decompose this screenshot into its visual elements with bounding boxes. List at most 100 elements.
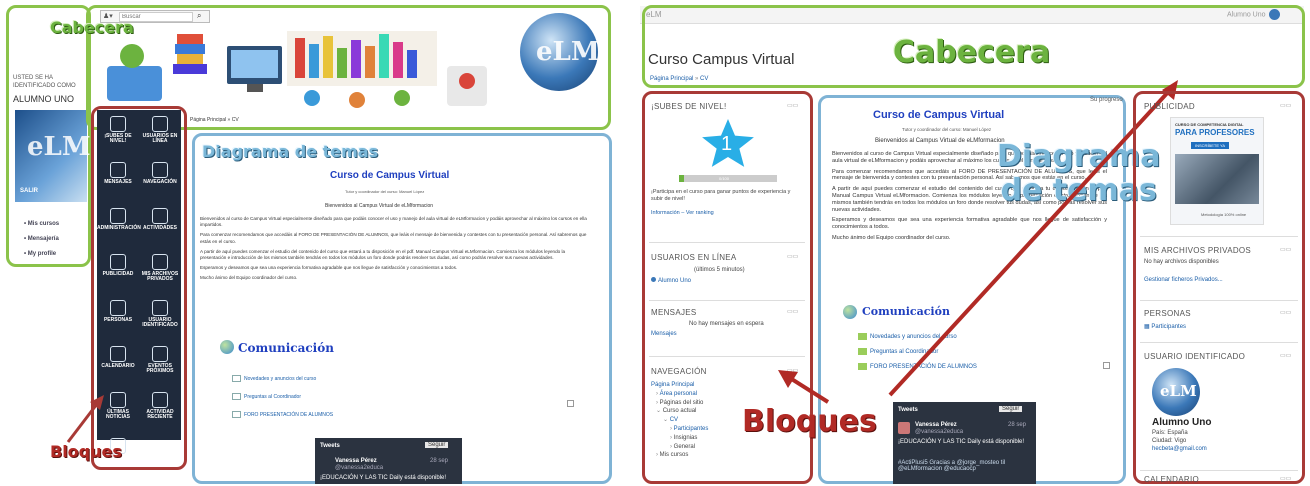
tile-icon [110,162,126,178]
left-checkbox[interactable] [567,400,574,407]
level-progress-text: 0/100 [719,176,730,181]
menu-item-mensajeria[interactable]: • Mensajería [24,232,59,247]
elm-logo-icon: eLM [27,132,91,162]
breadcrumb-current[interactable]: CV [232,117,239,123]
tile-block[interactable]: MIS ARCHIVOS PRIVADOS [139,250,181,300]
files-block-title: MIS ARCHIVOS PRIVADOS [1144,246,1252,255]
block-controls-icon[interactable]: ▭▭ [1280,352,1291,359]
banner-art-icon [107,31,487,108]
left-menu: • Mis cursos • Mensajería • My profile [24,217,59,262]
level-progress-fill [679,175,684,182]
nav-item-participants[interactable]: › Participantes [651,425,708,434]
left-bloques-arrow-icon [66,395,104,443]
tile-icon [152,254,168,270]
left-paragraphs: Bienvenidos al curso de Campus Virtual e… [200,216,588,282]
nav-item-general[interactable]: › General [651,443,708,452]
user-block-name: Alumno Uno [1152,417,1212,428]
tile-icon [110,346,126,362]
right-tweet-text: ¡EDUCACIÓN Y LAS TIC Daily está disponib… [898,439,1025,445]
tile-icon [110,300,126,316]
messages-link[interactable]: Mensajes [651,331,677,337]
right-tweet-name: Vanessa Pérez [915,422,957,428]
menu-item-mis-cursos[interactable]: • Mis cursos [24,217,59,232]
tile-block[interactable]: ACTIVIDADES [139,204,181,254]
tile-block[interactable]: USUARIOS EN LÍNEA [139,112,181,162]
block-controls-icon[interactable]: ▭▭ [1280,309,1291,316]
tile-icon [110,208,126,224]
breadcrumb-current[interactable]: CV [700,76,708,82]
left-tweet-handle: @vanessa2educa [335,465,384,471]
user-block-city: Ciudad: Vigo [1152,438,1187,444]
user-block-email[interactable]: hecbeta@gmail.com [1152,446,1207,452]
divider [1140,300,1298,301]
pub-ad-line1: CURSO DE COMPETENCIA DIGITAL [1175,122,1244,127]
nav-item-pages[interactable]: › Páginas del sitio [651,399,708,408]
files-link[interactable]: Gestionar ficheros Privados... [1144,277,1223,283]
tile-block[interactable]: MENSAJES [97,158,139,208]
tile-block[interactable]: ADMINISTRACIÓN [97,204,141,254]
forum-icon [232,411,241,419]
level-link-sep: – [681,210,685,216]
left-tweet-time: 28 sep [430,458,449,464]
link-novedades[interactable]: Novedades y anuncios del curso [232,370,333,388]
tile-icon [110,254,126,270]
left-paragraph: A partir de aquí puedes comenzar el estu… [200,248,566,261]
level-links: Información – Ver ranking [651,210,714,216]
block-controls-icon[interactable]: ▭▭ [1280,102,1291,109]
tile-block[interactable]: PUBLICIDAD [97,250,139,300]
pub-ad-button[interactable]: INSCRÍBETE YA [1191,142,1230,149]
block-controls-icon[interactable]: ▭▭ [1280,246,1291,253]
online-dot-icon [651,277,656,282]
user-block-country: País: España [1152,430,1188,436]
nav-item-cv[interactable]: ⌄ CV [651,416,708,425]
nav-item-my-courses[interactable]: › Mis cursos [651,451,708,460]
right-breadcrumb: Página Principal » CV [650,76,708,82]
breadcrumb-sep: » [695,76,699,82]
tile-icon [152,208,168,224]
pub-ad-line2: PARA PROFESORES [1175,128,1255,137]
block-controls-icon[interactable]: ▭▭ [1280,475,1291,482]
level-ranking-link[interactable]: Ver ranking [686,210,714,216]
user-block: USUARIO IDENTIFICADO ▭▭ eLM Alumno Uno P… [1140,346,1298,466]
left-comunicacion-icon [220,340,234,354]
tile-block[interactable]: USUARIO IDENTIFICADO [139,296,181,346]
level-info-link[interactable]: Información [651,210,680,216]
search-icon[interactable]: ⌕ [197,11,201,21]
left-salir-link[interactable]: SALIR [20,188,38,194]
right-screenshot: eLM Alumno Uno Curso Campus Virtual Cabe… [640,0,1310,486]
link-preguntas[interactable]: Preguntas al Coordinador [232,388,333,406]
menu-item-profile[interactable]: • My profile [24,247,59,262]
tile-block[interactable]: EVENTOS PRÓXIMOS [139,342,181,392]
tile-block[interactable]: ¡SUBES DE NIVEL! [97,112,139,162]
tile-icon [152,162,168,178]
forum-icon [232,393,241,401]
left-tweets-follow-button[interactable]: Seguir [425,442,449,448]
nav-item-badges[interactable]: › Insignias [651,434,708,443]
breadcrumb-home[interactable]: Página Principal [190,117,226,123]
left-tweets-title: Tweets [320,443,340,449]
tile-block[interactable]: NAVEGACIÓN [139,158,181,208]
tile-label: ACTIVIDAD RECIENTE [146,409,174,421]
people-link[interactable]: ▦ Participantes [1144,323,1186,330]
left-diagram-label: Diagrama de temas [202,142,379,161]
breadcrumb-home[interactable]: Página Principal [650,76,693,82]
files-block: MIS ARCHIVOS PRIVADOS ▭▭ No hay archivos… [1140,240,1298,298]
nav-item-area[interactable]: › Área personal [651,390,708,399]
divider [1140,342,1298,343]
user-menu-icon[interactable]: ♟▾ [103,12,113,20]
search-input[interactable] [119,12,193,22]
nav-block-title: NAVEGACIÓN [651,367,707,376]
link-foro-presentacion[interactable]: FORO PRESENTACIÓN DE ALUMNOS [232,406,333,424]
online-user[interactable]: Alumno Uno [651,277,691,284]
elm-globe-icon: eLM [536,37,600,67]
tile-block[interactable]: PERSONAS [97,296,139,346]
messages-block-title: MENSAJES [651,308,697,317]
nav-tree: Página Principal › Área personal › Págin… [651,381,708,460]
tile-block[interactable]: CALENDARIO [97,342,139,392]
nav-item-home[interactable]: Página Principal [651,381,708,390]
pub-ad-banner[interactable]: CURSO DE COMPETENCIA DIGITAL PARA PROFES… [1170,117,1264,225]
left-course-title: Curso de Campus Virtual [330,170,450,181]
nav-item-current[interactable]: ⌄ Curso actual [651,407,708,416]
tile-block[interactable]: ACTIVIDAD RECIENTE [139,388,181,438]
left-search-bar: ♟▾ ⌕ [100,10,210,23]
